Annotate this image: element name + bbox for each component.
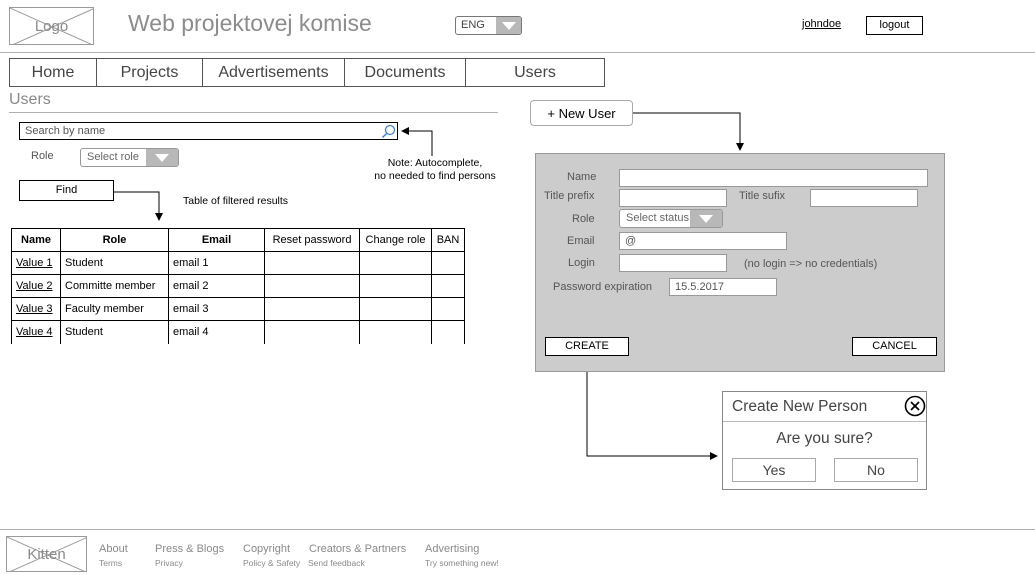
user-role: Student bbox=[60, 251, 169, 275]
user-name-link[interactable]: Value 3 bbox=[11, 297, 61, 321]
col-email: Email bbox=[168, 228, 265, 252]
yes-button[interactable]: Yes bbox=[732, 458, 816, 482]
footer-divider bbox=[0, 529, 1035, 530]
email-placeholder: @ bbox=[625, 235, 637, 247]
col-reset-password: Reset password bbox=[264, 228, 360, 252]
results-table: Name Role Email Reset password Change ro… bbox=[11, 228, 465, 344]
table-row: Value 1 Student email 1 bbox=[11, 251, 465, 275]
footer-press-link[interactable]: Press & Blogs bbox=[155, 543, 224, 555]
footer-copyright-link[interactable]: Copyright bbox=[243, 543, 290, 555]
table-header-row: Name Role Email Reset password Change ro… bbox=[11, 228, 465, 252]
name-label: Name bbox=[567, 171, 597, 183]
new-user-form: Name Title prefix Title sufix Role Selec… bbox=[535, 153, 945, 372]
col-change-role: Change role bbox=[359, 228, 432, 252]
dialog-title: Create New Person bbox=[732, 398, 868, 415]
login-hint: (no login => no credentials) bbox=[744, 258, 878, 270]
new-user-button[interactable]: + New User bbox=[530, 100, 633, 126]
title-prefix-input[interactable] bbox=[619, 189, 727, 207]
footer-feedback-link[interactable]: Send feedback bbox=[308, 558, 365, 568]
reset-password-cell[interactable] bbox=[264, 274, 360, 298]
title-prefix-label: Title prefix bbox=[544, 190, 595, 202]
user-role: Faculty member bbox=[60, 297, 169, 321]
change-role-cell[interactable] bbox=[359, 320, 432, 344]
change-role-cell[interactable] bbox=[359, 251, 432, 275]
email-label: Email bbox=[567, 235, 595, 247]
no-button[interactable]: No bbox=[834, 458, 918, 482]
change-role-cell[interactable] bbox=[359, 274, 432, 298]
footer-try-link[interactable]: Try something new! bbox=[425, 558, 499, 568]
password-expiration-input[interactable]: 15.5.2017 bbox=[669, 278, 777, 296]
user-email: email 3 bbox=[168, 297, 265, 321]
title-sufix-label: Title sufix bbox=[739, 190, 786, 202]
ban-cell[interactable] bbox=[431, 320, 465, 344]
role-label: Role bbox=[572, 213, 595, 225]
close-icon[interactable] bbox=[904, 395, 926, 417]
login-label: Login bbox=[568, 257, 595, 269]
dialog-divider bbox=[723, 421, 926, 422]
status-select-value: Select status bbox=[626, 212, 689, 224]
title-sufix-input[interactable] bbox=[810, 189, 918, 207]
footer-about-link[interactable]: About bbox=[99, 543, 128, 555]
footer-creators-link[interactable]: Creators & Partners bbox=[309, 543, 406, 555]
ban-cell[interactable] bbox=[431, 274, 465, 298]
footer-advertising-link[interactable]: Advertising bbox=[425, 543, 479, 555]
col-ban: BAN bbox=[431, 228, 465, 252]
create-button[interactable]: CREATE bbox=[545, 337, 629, 356]
ban-cell[interactable] bbox=[431, 297, 465, 321]
change-role-cell[interactable] bbox=[359, 297, 432, 321]
footer-logo: Kitten bbox=[6, 536, 87, 572]
footer-privacy-link[interactable]: Privacy bbox=[155, 558, 183, 568]
user-email: email 1 bbox=[168, 251, 265, 275]
login-input[interactable] bbox=[619, 254, 727, 272]
table-row: Value 4 Student email 4 bbox=[11, 320, 465, 344]
password-expiration-label: Password expiration bbox=[553, 281, 653, 293]
status-select[interactable]: Select status bbox=[619, 209, 723, 228]
name-input[interactable] bbox=[619, 169, 928, 187]
footer-policy-link[interactable]: Policy & Safety bbox=[243, 558, 300, 568]
dialog-question: Are you sure? bbox=[776, 430, 873, 447]
user-role: Student bbox=[60, 320, 169, 344]
reset-password-cell[interactable] bbox=[264, 251, 360, 275]
reset-password-cell[interactable] bbox=[264, 297, 360, 321]
footer-logo-text: Kitten bbox=[27, 545, 66, 563]
col-role: Role bbox=[60, 228, 169, 252]
email-input[interactable]: @ bbox=[619, 232, 787, 250]
user-name-link[interactable]: Value 2 bbox=[11, 274, 61, 298]
user-role: Committe member bbox=[60, 274, 169, 298]
confirm-dialog: Create New Person Are you sure? Yes No bbox=[722, 391, 927, 490]
user-name-link[interactable]: Value 1 bbox=[11, 251, 61, 275]
chevron-down-icon bbox=[690, 210, 722, 227]
user-name-link[interactable]: Value 4 bbox=[11, 320, 61, 344]
table-row: Value 3 Faculty member email 3 bbox=[11, 297, 465, 321]
footer-terms-link[interactable]: Terms bbox=[99, 558, 122, 568]
ban-cell[interactable] bbox=[431, 251, 465, 275]
table-row: Value 2 Committe member email 2 bbox=[11, 274, 465, 298]
cancel-button[interactable]: CANCEL bbox=[852, 337, 937, 356]
reset-password-cell[interactable] bbox=[264, 320, 360, 344]
user-email: email 2 bbox=[168, 274, 265, 298]
user-email: email 4 bbox=[168, 320, 265, 344]
password-expiration-value: 15.5.2017 bbox=[675, 281, 724, 293]
col-name: Name bbox=[11, 228, 61, 252]
